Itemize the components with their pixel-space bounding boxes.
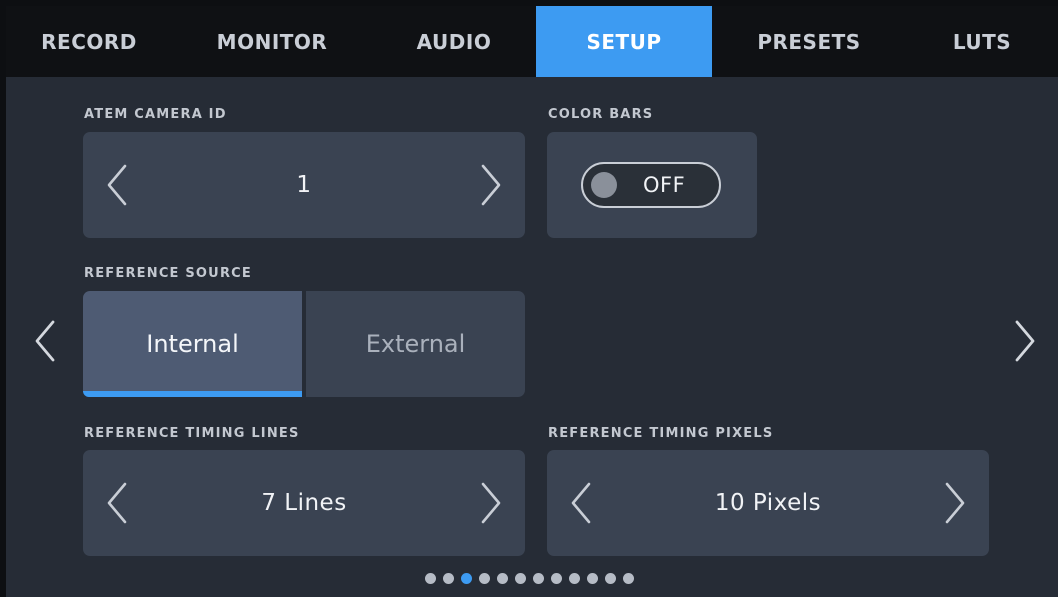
tab-audio[interactable]: AUDIO	[372, 6, 536, 77]
chevron-left-icon[interactable]	[569, 481, 593, 525]
pagination-dot[interactable]	[550, 573, 562, 584]
pagination-dot[interactable]	[442, 573, 454, 584]
atem-camera-id-value: 1	[296, 172, 312, 198]
chevron-right-icon[interactable]	[943, 481, 967, 525]
pagination-dot[interactable]	[496, 573, 508, 584]
setup-screen: RECORD MONITOR AUDIO SETUP PRESETS LUTS …	[0, 0, 1058, 597]
reference-source-external[interactable]: External	[306, 291, 525, 397]
reference-source-internal[interactable]: Internal	[83, 291, 302, 397]
pagination-dot[interactable]	[604, 573, 616, 584]
tab-luts[interactable]: LUTS	[906, 6, 1058, 77]
reference-timing-pixels-label: REFERENCE TIMING PIXELS	[548, 426, 774, 441]
atem-camera-id-label: ATEM CAMERA ID	[84, 107, 227, 122]
reference-timing-lines-value: 7 Lines	[261, 490, 347, 516]
tab-monitor[interactable]: MONITOR	[172, 6, 372, 77]
pagination-dot[interactable]	[568, 573, 580, 584]
pagination-dots	[0, 573, 1058, 584]
color-bars-panel: OFF	[547, 132, 757, 238]
reference-timing-lines-stepper: 7 Lines	[83, 450, 525, 556]
atem-camera-id-stepper: 1	[83, 132, 525, 238]
selected-indicator	[83, 391, 302, 397]
toggle-knob	[591, 172, 617, 198]
pagination-dot[interactable]	[424, 573, 436, 584]
color-bars-state: OFF	[643, 173, 686, 197]
pagination-dot[interactable]	[478, 573, 490, 584]
pagination-dot[interactable]	[514, 573, 526, 584]
reference-timing-pixels-stepper: 10 Pixels	[547, 450, 989, 556]
pagination-dot-active[interactable]	[460, 573, 472, 584]
tab-setup[interactable]: SETUP	[536, 6, 712, 77]
left-border	[0, 0, 6, 597]
pagination-dot[interactable]	[586, 573, 598, 584]
next-page-chevron-right-icon[interactable]	[1012, 318, 1038, 364]
chevron-right-icon[interactable]	[479, 481, 503, 525]
chevron-left-icon[interactable]	[105, 481, 129, 525]
color-bars-toggle[interactable]: OFF	[581, 162, 721, 208]
prev-page-chevron-left-icon[interactable]	[32, 318, 58, 364]
tab-presets[interactable]: PRESETS	[712, 6, 906, 77]
tab-record[interactable]: RECORD	[6, 6, 172, 77]
chevron-left-icon[interactable]	[105, 163, 129, 207]
color-bars-label: COLOR BARS	[548, 107, 654, 122]
reference-timing-lines-label: REFERENCE TIMING LINES	[84, 426, 300, 441]
reference-timing-pixels-value: 10 Pixels	[714, 490, 822, 516]
reference-source-external-label: External	[365, 330, 466, 358]
reference-source-segmented: Internal External	[83, 291, 525, 397]
pagination-dot[interactable]	[532, 573, 544, 584]
tab-bar: RECORD MONITOR AUDIO SETUP PRESETS LUTS	[6, 6, 1058, 77]
pagination-dot[interactable]	[622, 573, 634, 584]
chevron-right-icon[interactable]	[479, 163, 503, 207]
reference-source-label: REFERENCE SOURCE	[84, 266, 252, 281]
reference-source-internal-label: Internal	[146, 330, 239, 358]
